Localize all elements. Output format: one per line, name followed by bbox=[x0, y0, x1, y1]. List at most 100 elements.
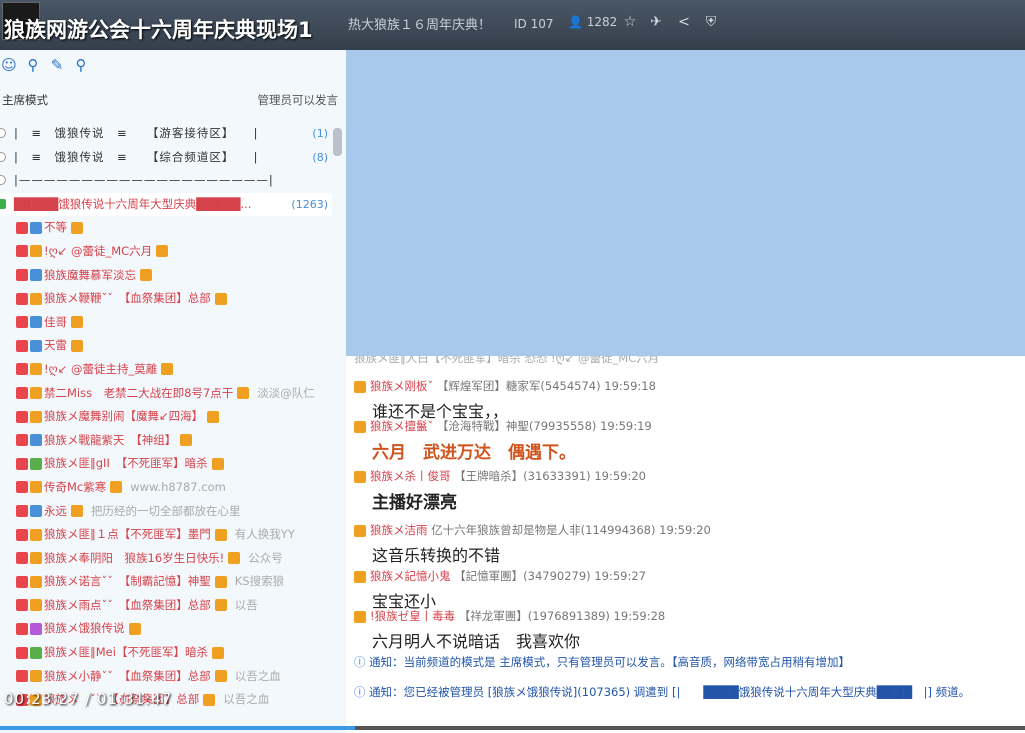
user-row[interactable]: 狼族メ雨点ˇˇ 【血祭集团】总部 以吾 bbox=[0, 594, 332, 618]
chat-sender-name: 狼族メ記憶小鬼 bbox=[370, 569, 451, 583]
mic-icon bbox=[16, 221, 28, 234]
user-count: 👤 1282 bbox=[568, 15, 618, 29]
channel-tree: | ≡ 饿狼传说 ≡ 【游客接待区】 | (1) | ≡ 饿狼传说 ≡ 【综合频道区… bbox=[0, 122, 332, 712]
info-icon: ⓘ bbox=[354, 685, 366, 699]
user-icon[interactable]: ☺ bbox=[0, 56, 18, 74]
rank-icon bbox=[30, 481, 42, 494]
user-row[interactable]: 佳哥 bbox=[0, 311, 332, 335]
user-row[interactable]: 狼族メ匪‖gII 【不死匪军】暗杀 bbox=[0, 452, 332, 476]
location-icon[interactable]: ⚲ bbox=[24, 56, 42, 74]
user-row[interactable]: 狼族メ诺言ˇˇ 【制霸記憶】神聖 KS搜索狼 bbox=[0, 570, 332, 594]
crown-icon bbox=[71, 316, 83, 329]
chat-sender-meta: 【祥龙軍團】(1976891389) 19:59:28 bbox=[455, 609, 666, 623]
channel-row[interactable]: | ≡ 饿狼传说 ≡ 【游客接待区】 | (1) bbox=[0, 122, 332, 146]
current-channel-row[interactable]: █████饿狼传说十六周年大型庆典█████... (1263) bbox=[0, 192, 332, 217]
rank-icon bbox=[30, 528, 42, 541]
rank-icon bbox=[30, 339, 42, 352]
user-row[interactable]: 狼族メ匪‖Mei【不死匪军】暗杀 bbox=[0, 641, 332, 665]
crown-icon bbox=[214, 599, 227, 612]
crown-icon bbox=[354, 524, 366, 537]
channel-banner: 热大狼族１６周年庆典！ bbox=[348, 18, 492, 33]
user-row[interactable]: 狼族メ小静ˇˇ 【血祭集团】总部 以吾之血 bbox=[0, 665, 332, 689]
rank-icon bbox=[30, 505, 42, 517]
user-name: 狼族メ匪‖gII 【不死匪军】暗杀 bbox=[44, 456, 208, 471]
chat-sender-name: 狼族メ刚板ˇ bbox=[370, 379, 434, 393]
shield-icon[interactable]: ⛨ bbox=[703, 14, 719, 30]
expand-icon[interactable] bbox=[0, 175, 6, 186]
rank-icon bbox=[30, 457, 42, 470]
rank-icon bbox=[30, 410, 42, 423]
chat-message-body: 主播好漂亮 bbox=[372, 493, 457, 513]
user-row[interactable]: 狼族メ戰龍紫天 【神组】 bbox=[0, 429, 332, 453]
expand-icon[interactable] bbox=[0, 151, 6, 162]
user-name: 狼族メ魔舞别闹【魔舞↙四海】 bbox=[44, 409, 204, 424]
crown-icon bbox=[161, 363, 174, 376]
chat-message-header: 狼族メ刚板ˇ 【辉煌军团】糖家军(5454574) 19:59:18 bbox=[354, 378, 656, 394]
star-icon[interactable]: ☆ bbox=[622, 14, 638, 30]
user-signature: 以吾之血 bbox=[223, 692, 270, 707]
user-signature: 有人换我YY bbox=[234, 527, 295, 542]
user-row[interactable]: 狼族メ鞭鞭ˇˇ 【血祭集团】总部 bbox=[0, 287, 332, 311]
user-row[interactable]: 狼族魔舞慕军淡忘 bbox=[0, 264, 332, 288]
user-row[interactable]: !ღ↙ @蕾徒_MC六月 bbox=[0, 240, 332, 264]
sidebar-toolbar: ☺ ⚲ ✎ ⚲ bbox=[0, 56, 346, 78]
mode-label: 主席模式 bbox=[2, 93, 48, 107]
user-signature: 公众号 bbox=[248, 550, 283, 565]
chat-sender-name: 狼族メ杀丨俊哥 bbox=[370, 469, 451, 483]
channel-name: | ≡ 饿狼传说 ≡ 【游客接待区】 | bbox=[14, 126, 259, 140]
channel-row[interactable]: |————————————————————| bbox=[0, 169, 332, 193]
user-row[interactable]: 永远 把历经的一切全部都放在心里 bbox=[0, 500, 332, 524]
user-row[interactable]: 狼族メ奉阴阳 狼族16岁生日快乐! 公众号 bbox=[0, 547, 332, 571]
user-name: 传奇Mc紫寒 bbox=[44, 479, 107, 494]
user-signature: 以吾之血 bbox=[234, 668, 281, 683]
user-name: 狼族メ饿狼传说 bbox=[44, 621, 125, 636]
rank-icon bbox=[30, 670, 42, 683]
mode-note: 管理员可以发言 bbox=[257, 93, 339, 107]
chat-sender-name: 狼族メ洁雨 bbox=[370, 523, 428, 537]
chat-sender-meta: 【辉煌军团】糖家军(5454574) 19:59:18 bbox=[433, 379, 656, 393]
info-icon: ⓘ bbox=[354, 655, 366, 669]
user-row[interactable]: 狼族メ匪‖１点【不死匪军】墨門 有人换我YY bbox=[0, 523, 332, 547]
user-signature: 以吾 bbox=[234, 597, 258, 612]
chat-message-header: 狼族メ洁雨 亿十六年狼族曾却是物是人非(114994368) 19:59:20 bbox=[354, 522, 711, 538]
user-name: 狼族メ匪‖１点【不死匪军】墨門 bbox=[44, 527, 211, 542]
channel-name: | ≡ 饿狼传说 ≡ 【综合频道区】 | bbox=[14, 149, 259, 164]
rank-icon bbox=[30, 269, 42, 282]
user-row[interactable]: !ღ↙ @蕾徒主持_莫離 bbox=[0, 358, 332, 382]
mic-icon bbox=[16, 292, 28, 305]
user-name: 狼族メ戰龍紫天 【神组】 bbox=[44, 432, 177, 447]
crown-icon bbox=[354, 380, 366, 393]
user-row[interactable]: 狼族メ饿狼传说 bbox=[0, 617, 332, 641]
crown-icon bbox=[228, 552, 241, 565]
user-row[interactable]: 狼族メ魔舞别闹【魔舞↙四海】 bbox=[0, 405, 332, 429]
edit-icon[interactable]: ✎ bbox=[48, 56, 66, 74]
sidebar-scrollbar[interactable] bbox=[333, 128, 342, 156]
user-row[interactable]: 禁二Miss 老禁二大战在即8号7点干 淡淡@队仁 bbox=[0, 382, 332, 406]
crown-icon bbox=[237, 387, 250, 400]
expand-icon[interactable] bbox=[0, 128, 6, 138]
crown-icon bbox=[214, 575, 227, 588]
plane-icon[interactable]: ✈ bbox=[648, 14, 664, 30]
mic-icon bbox=[16, 316, 28, 329]
search-icon[interactable]: ⚲ bbox=[72, 56, 90, 74]
rank-icon bbox=[30, 292, 42, 305]
channel-name: |————————————————————| bbox=[14, 173, 274, 188]
user-name: !ღ↙ @蕾徒主持_莫離 bbox=[44, 361, 158, 376]
mic-icon bbox=[16, 457, 28, 470]
user-row[interactable]: 不等 bbox=[0, 216, 332, 240]
mic-icon bbox=[16, 363, 28, 376]
chat-sender-meta: 【記憶軍團】(34790279) 19:59:27 bbox=[450, 569, 646, 583]
crown-icon bbox=[354, 570, 366, 583]
video-timeline[interactable] bbox=[0, 726, 1025, 730]
window-title: 狼族网游公会十六周年庆典现场1 bbox=[4, 18, 313, 42]
mic-icon bbox=[16, 481, 28, 494]
channel-row[interactable]: | ≡ 饿狼传说 ≡ 【综合频道区】 | (8) bbox=[0, 146, 332, 170]
user-signature: KS搜索狼 bbox=[234, 574, 285, 589]
rank-icon bbox=[30, 434, 42, 447]
share-icon[interactable]: < bbox=[676, 14, 692, 30]
mic-icon bbox=[16, 387, 28, 400]
mic-icon bbox=[16, 528, 28, 541]
user-row[interactable]: 传奇Mc紫寒 www.h8787.com bbox=[0, 476, 332, 500]
user-row[interactable]: 天雷 bbox=[0, 334, 332, 358]
mic-icon bbox=[16, 575, 28, 588]
